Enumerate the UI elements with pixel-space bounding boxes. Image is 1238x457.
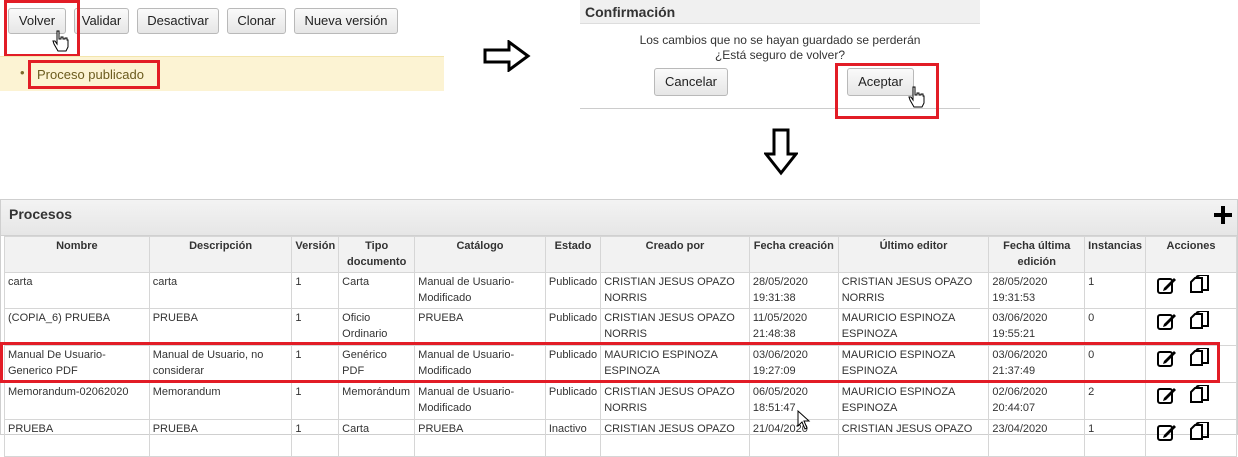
table-cell: CRISTIAN JESUS OPAZO [837,419,990,457]
table-cell: Memorandum [148,382,293,420]
clone-icon[interactable] [1188,275,1210,295]
table-cell: Carta [338,272,416,309]
arrow-right-icon [483,40,531,72]
table-cell: PRUEBA [414,419,546,457]
clone-icon[interactable] [1188,311,1210,331]
table-cell: Publicado [544,272,602,309]
arrow-down-icon [764,128,798,176]
table-row[interactable]: PRUEBA PRUEBA 1 Carta PRUEBA Inactivo CRISTIAN… [4,419,1238,457]
table-cell: MAURICIO ESPINOZA ESPINOZA [837,382,990,420]
edit-icon[interactable] [1156,311,1178,331]
table-cell: 11/05/2020 21:48:38 [748,308,839,346]
table-row[interactable]: carta carta 1 Carta Manual de Usuario-Modifi… [4,272,1238,309]
table-cell: PRUEBA [148,419,293,457]
pointer-cursor-icon [797,410,811,430]
table-cell: 1 [291,419,340,457]
table-cell: 0 [1084,308,1146,346]
panel-title: Procesos [9,206,73,222]
col-header[interactable]: Creado por [600,236,750,273]
table-cell: 2 [1084,382,1146,420]
table-cell: Memorandum-02062020 [4,382,150,420]
dialog-line-1: Los cambios que no se hayan guardado se … [639,33,921,47]
table-cell: 03/06/2020 19:55:21 [988,308,1086,346]
highlight-row [0,342,1220,383]
table-row[interactable]: (COPIA_6) PRUEBA PRUEBA 1 Oficio Ordinario P… [4,308,1238,346]
table-cell: 23/04/2020 [988,419,1086,457]
table-cell: CRISTIAN JESUS OPAZO NORRIS [600,272,750,309]
table-cell: CRISTIAN JESUS OPAZO NORRIS [600,382,750,420]
clone-icon[interactable] [1188,422,1210,442]
desactivar-button[interactable]: Desactivar [137,8,219,34]
col-header[interactable]: Versión [291,236,340,273]
dialog-message: Los cambios que no se hayan guardado se … [580,33,980,63]
table-cell: Publicado [544,382,602,420]
table-cell: 1 [1084,272,1146,309]
clone-icon[interactable] [1188,385,1210,405]
table-cell: 1 [291,382,340,420]
actions-cell [1144,308,1238,346]
table-cell: CRISTIAN JESUS OPAZO [600,419,750,457]
col-header[interactable]: Instancias [1084,236,1146,273]
edit-icon[interactable] [1156,422,1178,442]
clonar-button[interactable]: Clonar [227,8,286,34]
table-cell: CRISTIAN JESUS OPAZO NORRIS [600,308,750,346]
col-header[interactable]: Tipo documento [338,236,416,273]
panel-header: Procesos [1,200,1237,236]
table-cell: carta [148,272,293,309]
table-cell: CRISTIAN JESUS OPAZO NORRIS [837,272,990,309]
notice-bullet: • [20,65,25,80]
actions-cell [1144,382,1238,420]
hand-cursor-icon [52,30,69,52]
col-header[interactable]: Último editor [837,236,990,273]
col-header[interactable]: Estado [544,236,602,273]
col-header[interactable]: Nombre [4,236,150,273]
nueva-version-button[interactable]: Nueva versión [294,8,398,34]
table-cell: 02/06/2020 20:44:07 [988,382,1086,420]
validar-button[interactable]: Validar [74,8,129,34]
plus-icon[interactable] [1214,206,1232,224]
dialog-line-2: ¿Está seguro de volver? [714,48,846,62]
col-header[interactable]: Fecha creación [748,236,839,273]
actions-cell [1144,272,1238,309]
table-cell: Manual de Usuario-Modificado [414,382,546,420]
table-cell: Carta [338,419,416,457]
table-cell: PRUEBA [414,308,546,346]
highlight-notice [28,60,160,89]
table-cell: MAURICIO ESPINOZA ESPINOZA [837,308,990,346]
table-cell: 1 [291,308,340,346]
table-cell: Memorándum [338,382,416,420]
table-cell: Inactivo [544,419,602,457]
table-cell: PRUEBA [4,419,150,457]
table-cell: Publicado [544,308,602,346]
table-cell: 28/05/2020 19:31:38 [748,272,839,309]
table-cell: 1 [1084,419,1146,457]
table-row[interactable]: Memorandum-02062020 Memorandum 1 Memorándum… [4,382,1238,420]
cancel-button[interactable]: Cancelar [654,68,728,96]
edit-icon[interactable] [1156,275,1178,295]
table-cell: 1 [291,272,340,309]
table-cell: Oficio Ordinario [338,308,416,346]
col-header[interactable]: Fecha última edición [988,236,1086,273]
table-cell: 06/05/2020 18:51:47 [748,382,839,420]
table-cell: carta [4,272,150,309]
table-cell: (COPIA_6) PRUEBA [4,308,150,346]
edit-icon[interactable] [1156,385,1178,405]
table-cell: Manual de Usuario-Modificado [414,272,546,309]
table-cell: 28/05/2020 19:31:53 [988,272,1086,309]
procesos-panel: Procesos Nombre Descripción Versión Tipo… [0,199,1238,457]
col-header: Acciones [1144,236,1238,273]
table-header-row: Nombre Descripción Versión Tipo document… [4,236,1238,273]
actions-cell [1144,419,1238,457]
table-cell: 21/04/2020 [748,419,839,457]
dialog-title: Confirmación [580,0,980,24]
hand-cursor-icon [908,86,925,108]
col-header[interactable]: Descripción [148,236,293,273]
col-header[interactable]: Catálogo [414,236,546,273]
table-cell: PRUEBA [148,308,293,346]
